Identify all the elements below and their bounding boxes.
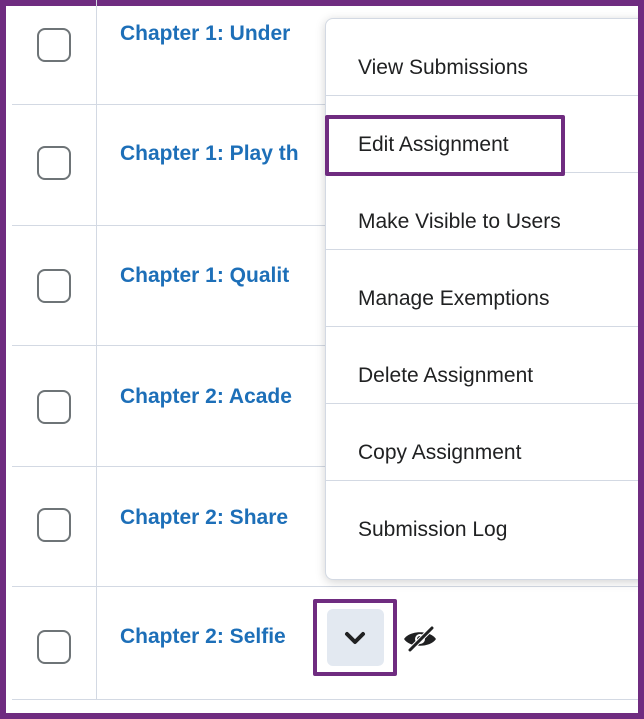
- menu-item-label: Make Visible to Users: [358, 210, 561, 233]
- row-checkbox[interactable]: [37, 28, 71, 62]
- assignment-title-link[interactable]: Chapter 1: Under: [120, 22, 290, 46]
- screenshot-frame: Chapter 1: Under Chapter 1: Play th Chap…: [0, 0, 644, 719]
- menu-item-label: View Submissions: [358, 56, 529, 79]
- row-checkbox[interactable]: [37, 146, 71, 180]
- menu-item-label: Delete Assignment: [358, 364, 534, 387]
- row-checkbox[interactable]: [37, 269, 71, 303]
- menu-item-edit-assignment[interactable]: Edit Assignment: [326, 96, 638, 173]
- row-checkbox[interactable]: [37, 508, 71, 542]
- assignment-title-link[interactable]: Chapter 2: Acade: [120, 385, 292, 409]
- menu-item-copy-assignment[interactable]: Copy Assignment: [326, 404, 638, 481]
- checkbox-cell: [12, 225, 97, 345]
- chevron-down-icon: [345, 632, 365, 644]
- checkbox-cell: [12, 0, 97, 104]
- menu-item-delete-assignment[interactable]: Delete Assignment: [326, 327, 638, 404]
- row-actions-button[interactable]: [327, 609, 384, 666]
- menu-item-view-submissions[interactable]: View Submissions: [326, 19, 638, 96]
- menu-item-label: Manage Exemptions: [358, 287, 550, 310]
- row-checkbox[interactable]: [37, 390, 71, 424]
- assignment-title-link[interactable]: Chapter 2: Selfie: [120, 625, 286, 649]
- menu-item-submission-log[interactable]: Submission Log: [326, 481, 638, 558]
- assignment-title-link[interactable]: Chapter 2: Share: [120, 506, 288, 530]
- menu-item-manage-exemptions[interactable]: Manage Exemptions: [326, 250, 638, 327]
- checkbox-cell: [12, 586, 97, 699]
- assignment-context-menu: View Submissions Edit Assignment Make Vi…: [325, 18, 638, 580]
- menu-item-label: Copy Assignment: [358, 441, 522, 464]
- row-checkbox[interactable]: [37, 630, 71, 664]
- assignment-title-link[interactable]: Chapter 1: Qualit: [120, 264, 289, 288]
- checkbox-cell: [12, 466, 97, 586]
- assignment-title-link[interactable]: Chapter 1: Play th: [120, 142, 299, 166]
- menu-item-label: Submission Log: [358, 518, 508, 541]
- checkbox-cell: [12, 345, 97, 466]
- checkbox-cell: [12, 104, 97, 225]
- menu-item-label: Edit Assignment: [358, 133, 509, 156]
- eye-slash-icon: [404, 626, 436, 652]
- menu-item-make-visible[interactable]: Make Visible to Users: [326, 173, 638, 250]
